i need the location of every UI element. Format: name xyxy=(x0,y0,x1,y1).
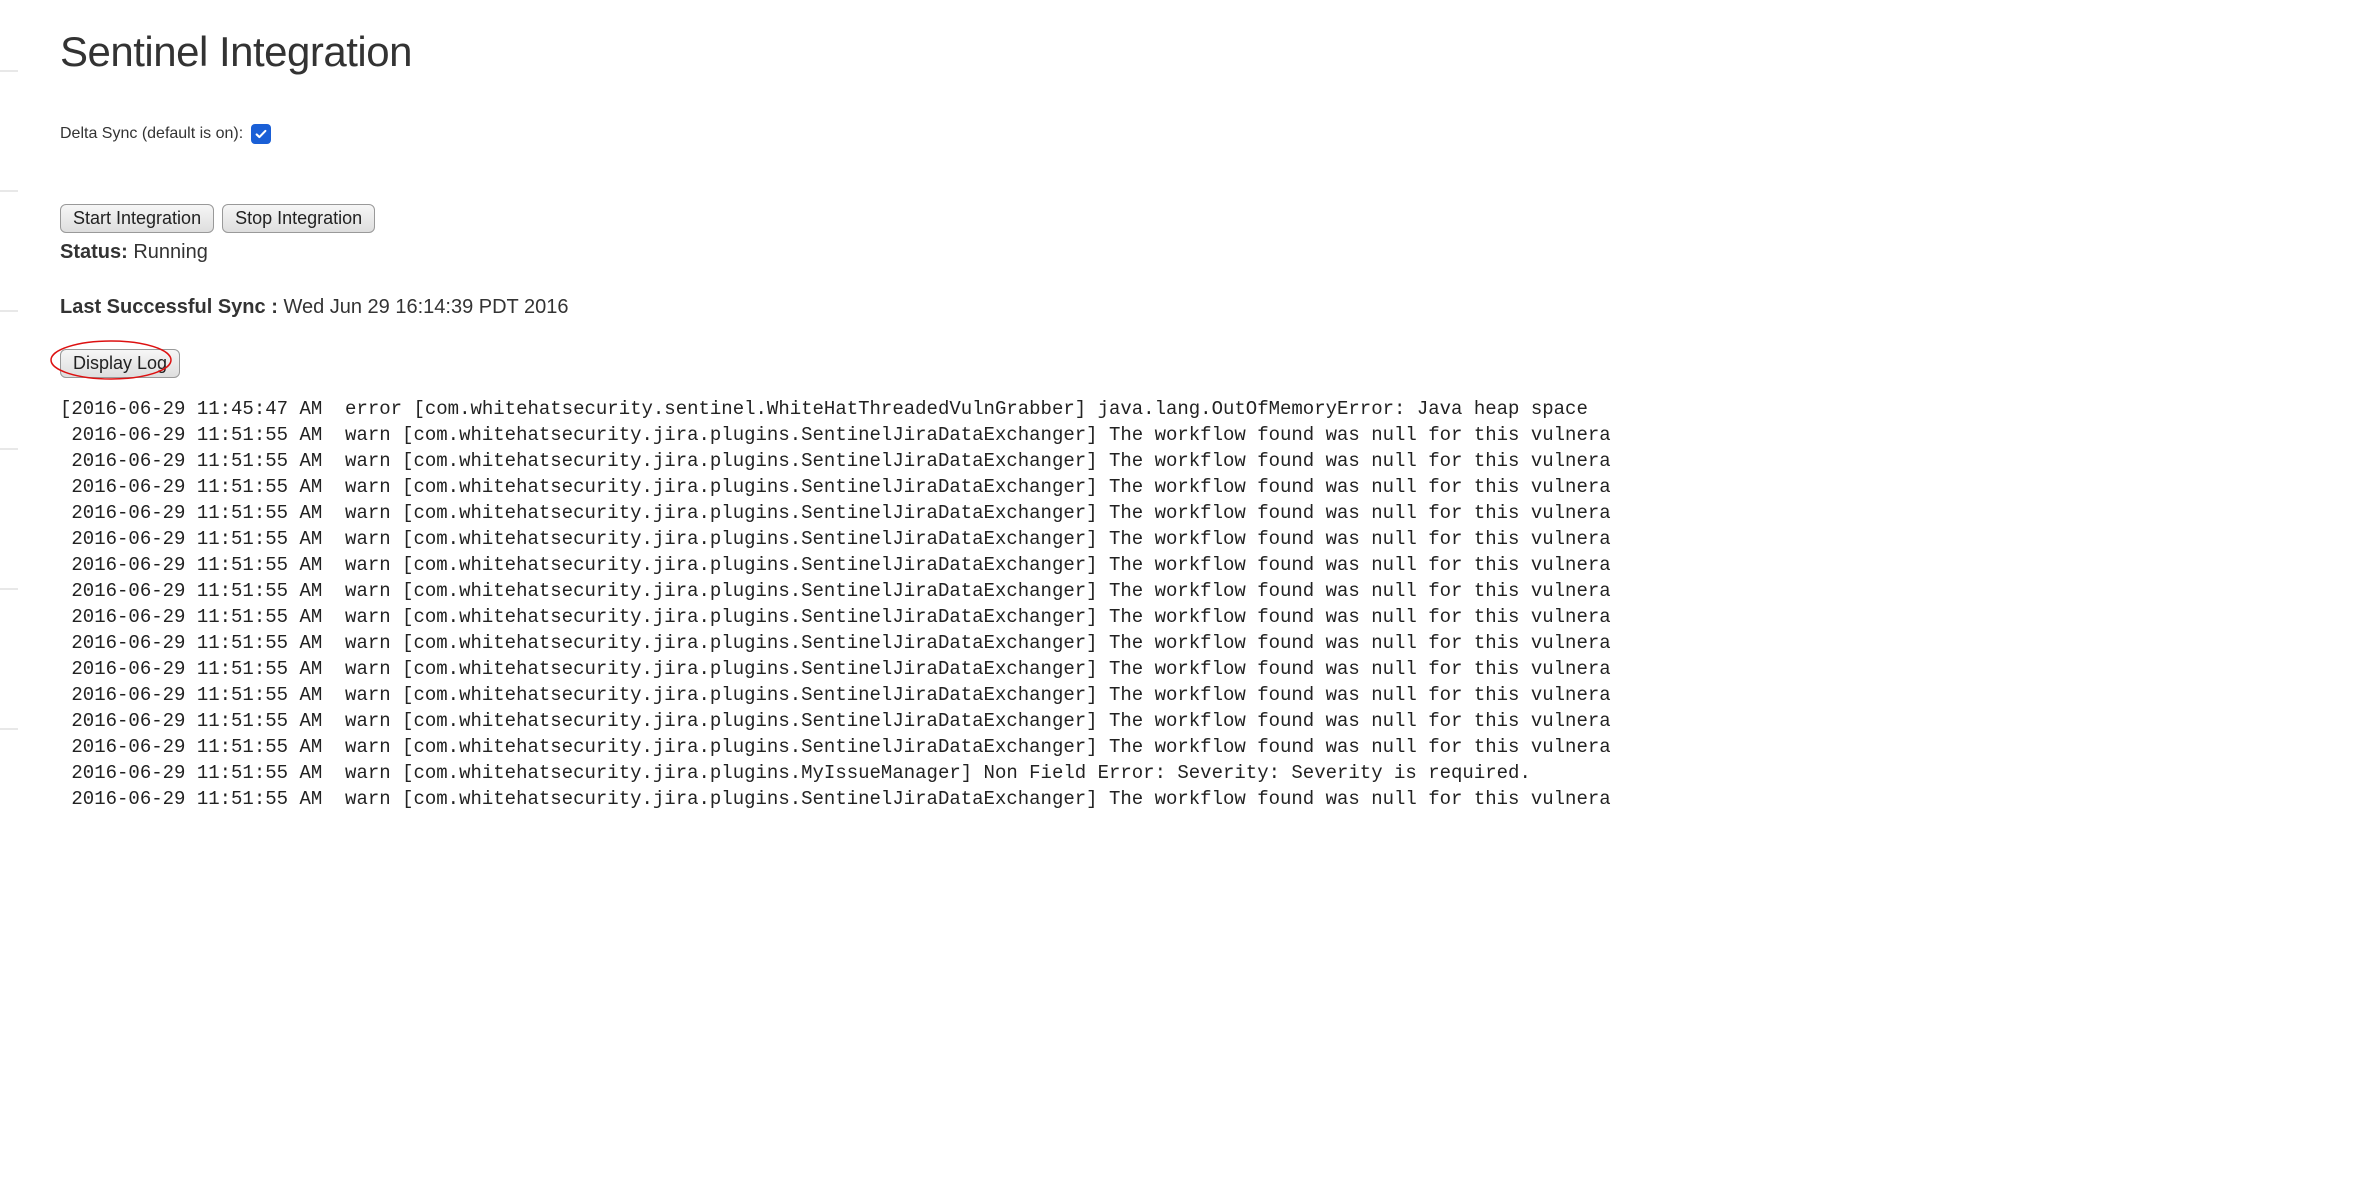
log-line: 2016-06-29 11:51:55 AM warn [com.whiteha… xyxy=(60,500,2370,526)
log-line: 2016-06-29 11:51:55 AM warn [com.whiteha… xyxy=(60,682,2370,708)
check-icon xyxy=(254,127,268,141)
log-line: 2016-06-29 11:51:55 AM warn [com.whiteha… xyxy=(60,630,2370,656)
display-log-button[interactable]: Display Log xyxy=(60,349,180,378)
log-line: 2016-06-29 11:51:55 AM warn [com.whiteha… xyxy=(60,604,2370,630)
log-line: [2016-06-29 11:45:47 AM error [com.white… xyxy=(60,396,2370,422)
start-integration-button[interactable]: Start Integration xyxy=(60,204,214,233)
log-line: 2016-06-29 11:51:55 AM warn [com.whiteha… xyxy=(60,708,2370,734)
log-line: 2016-06-29 11:51:55 AM warn [com.whiteha… xyxy=(60,786,2370,812)
last-sync-value: Wed Jun 29 16:14:39 PDT 2016 xyxy=(283,296,568,318)
log-line: 2016-06-29 11:51:55 AM warn [com.whiteha… xyxy=(60,422,2370,448)
log-output: [2016-06-29 11:45:47 AM error [com.white… xyxy=(60,396,2370,812)
log-line: 2016-06-29 11:51:55 AM warn [com.whiteha… xyxy=(60,760,2370,786)
stop-integration-button[interactable]: Stop Integration xyxy=(222,204,375,233)
log-line: 2016-06-29 11:51:55 AM warn [com.whiteha… xyxy=(60,578,2370,604)
log-line: 2016-06-29 11:51:55 AM warn [com.whiteha… xyxy=(60,526,2370,552)
status-label: Status: xyxy=(60,241,128,263)
log-line: 2016-06-29 11:51:55 AM warn [com.whiteha… xyxy=(60,656,2370,682)
page-title: Sentinel Integration xyxy=(60,28,2370,76)
status-value: Running xyxy=(133,241,208,263)
delta-sync-checkbox[interactable] xyxy=(251,124,271,144)
log-line: 2016-06-29 11:51:55 AM warn [com.whiteha… xyxy=(60,552,2370,578)
last-sync-label: Last Successful Sync : xyxy=(60,296,278,318)
log-line: 2016-06-29 11:51:55 AM warn [com.whiteha… xyxy=(60,448,2370,474)
page-gutter xyxy=(0,0,18,1202)
delta-sync-label: Delta Sync (default is on): xyxy=(60,125,243,143)
log-line: 2016-06-29 11:51:55 AM warn [com.whiteha… xyxy=(60,474,2370,500)
log-line: 2016-06-29 11:51:55 AM warn [com.whiteha… xyxy=(60,734,2370,760)
